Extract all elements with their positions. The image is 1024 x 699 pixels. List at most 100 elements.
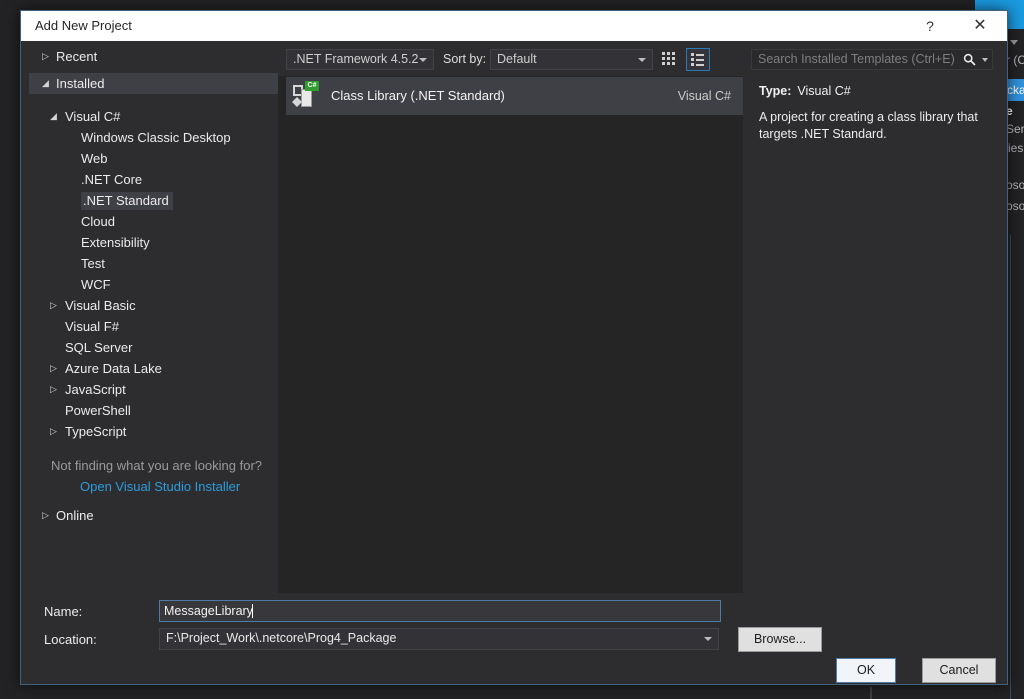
name-input-value: MessageLibrary <box>164 604 253 618</box>
background-text-fragment: ies <box>1008 141 1024 155</box>
template-type-line: Type: Visual C# <box>759 84 851 98</box>
sidebar-item-visual-fsharp[interactable]: Visual F# <box>29 316 278 337</box>
chevron-expanded-icon[interactable] <box>42 73 54 94</box>
class-library-icon: C# <box>292 81 319 109</box>
sidebar-item-net-core[interactable]: .NET Core <box>29 169 278 190</box>
sidebar-item-label: Azure Data Lake <box>65 361 162 376</box>
template-row-class-library[interactable]: C# Class Library (.NET Standard) Visual … <box>286 77 743 115</box>
add-new-project-dialog: Add New Project ? ✕ Recent Installed Vis… <box>20 10 1008 685</box>
background-panel-border <box>1010 235 1011 699</box>
sidebar-item-label: PowerShell <box>65 403 131 418</box>
sidebar-item-label: TypeScript <box>65 424 127 439</box>
sidebar-item-powershell[interactable]: PowerShell <box>29 400 278 421</box>
sidebar-item-net-standard[interactable]: .NET Standard <box>29 190 278 211</box>
chevron-right-icon[interactable] <box>42 46 54 67</box>
search-placeholder: Search Installed Templates (Ctrl+E) <box>758 52 955 66</box>
browse-button[interactable]: Browse... <box>738 627 822 652</box>
sidebar-item-visual-basic[interactable]: Visual Basic <box>29 295 278 316</box>
small-icons-view-button[interactable] <box>658 48 682 71</box>
cancel-button[interactable]: Cancel <box>922 658 996 683</box>
sidebar-item-label: Visual Basic <box>65 298 136 313</box>
framework-dropdown[interactable]: .NET Framework 4.5.2 <box>286 49 434 70</box>
sidebar-item-label: Test <box>81 256 105 271</box>
open-vs-installer-link[interactable]: Open Visual Studio Installer <box>29 476 278 497</box>
sort-dropdown-value: Default <box>497 52 537 66</box>
sidebar-item-label: .NET Standard <box>81 192 173 210</box>
sidebar-item-label: Cloud <box>81 214 115 229</box>
dialog-titlebar[interactable]: Add New Project ? ✕ <box>21 11 1007 41</box>
chevron-right-icon[interactable] <box>50 379 62 400</box>
list-view-icon <box>691 53 704 68</box>
template-list-panel <box>278 76 743 593</box>
sidebar-item-cloud[interactable]: Cloud <box>29 211 278 232</box>
grid-view-icon <box>662 52 675 65</box>
sidebar-item-label: Extensibility <box>81 235 150 250</box>
chevron-expanded-icon[interactable] <box>50 106 62 127</box>
sidebar-item-web[interactable]: Web <box>29 148 278 169</box>
close-button[interactable]: ✕ <box>963 11 997 41</box>
help-button[interactable]: ? <box>913 11 947 41</box>
sidebar-item-label: Recent <box>56 49 98 64</box>
sidebar-item-azure-data-lake[interactable]: Azure Data Lake <box>29 358 278 379</box>
sidebar-item-label: JavaScript <box>65 382 126 397</box>
search-templates-input[interactable]: Search Installed Templates (Ctrl+E) <box>751 49 993 70</box>
chevron-down-icon <box>1010 40 1018 45</box>
csharp-badge-icon: C# <box>305 81 319 91</box>
sidebar-item-online[interactable]: Online <box>29 505 278 526</box>
chevron-down-icon[interactable] <box>982 58 988 62</box>
sidebar-item-typescript[interactable]: TypeScript <box>29 421 278 442</box>
background-text-fragment: Serv <box>1006 122 1024 136</box>
search-icon[interactable] <box>963 53 976 66</box>
dialog-title: Add New Project <box>35 18 132 33</box>
chevron-right-icon[interactable] <box>50 295 62 316</box>
sidebar-item-label: Visual C# <box>65 109 121 124</box>
sidebar-item-label: SQL Server <box>65 340 133 355</box>
sidebar-item-installed[interactable]: Installed <box>29 73 278 94</box>
background-text-fragment: r (C <box>1006 53 1024 67</box>
location-dropdown[interactable]: F:\Project_Work\.netcore\Prog4_Package <box>159 628 719 650</box>
location-label: Location: <box>44 632 97 647</box>
framework-dropdown-value: .NET Framework 4.5.2 <box>293 52 419 66</box>
chevron-down-icon <box>419 58 427 62</box>
chevron-down-icon <box>638 58 646 62</box>
background-text-fragment: osof <box>1006 178 1024 192</box>
name-input[interactable]: MessageLibrary <box>159 600 721 622</box>
sidebar-item-recent[interactable]: Recent <box>29 46 278 67</box>
location-value: F:\Project_Work\.netcore\Prog4_Package <box>166 631 397 645</box>
sidebar-item-javascript[interactable]: JavaScript <box>29 379 278 400</box>
chevron-right-icon[interactable] <box>50 421 62 442</box>
type-label: Type: <box>759 84 792 98</box>
template-language: Visual C# <box>677 89 731 103</box>
sidebar-item-wcf[interactable]: WCF <box>29 274 278 295</box>
chevron-right-icon[interactable] <box>42 505 54 526</box>
chevron-right-icon[interactable] <box>50 358 62 379</box>
name-label: Name: <box>44 604 83 619</box>
chevron-down-icon <box>704 637 712 641</box>
background-text-fragment: e <box>1006 104 1013 118</box>
list-view-button[interactable] <box>686 48 710 71</box>
sort-by-label: Sort by: <box>443 52 487 66</box>
sidebar-item-label: .NET Core <box>81 172 143 187</box>
background-titlebar-fragment <box>1008 0 1024 29</box>
sidebar-item-visual-csharp[interactable]: Visual C# <box>29 106 278 127</box>
template-category-tree: Recent Installed Visual C# Windows Class… <box>29 46 278 593</box>
type-value: Visual C# <box>797 84 851 98</box>
sidebar-item-label: Installed <box>56 76 105 91</box>
sidebar-item-windows-classic-desktop[interactable]: Windows Classic Desktop <box>29 127 278 148</box>
sidebar-item-label: Online <box>56 508 94 523</box>
sidebar-item-label: Web <box>81 151 108 166</box>
ok-button[interactable]: OK <box>836 658 896 683</box>
sidebar-item-extensibility[interactable]: Extensibility <box>29 232 278 253</box>
template-description: A project for creating a class library t… <box>759 110 978 141</box>
sidebar-item-label: Visual F# <box>65 319 119 334</box>
sidebar-item-sql-server[interactable]: SQL Server <box>29 337 278 358</box>
sidebar-item-label: WCF <box>81 277 111 292</box>
background-splitter-fragment <box>870 687 872 699</box>
text-cursor <box>252 604 253 618</box>
background-selected-row-fragment: cka <box>1007 79 1024 101</box>
background-text-fragment: osof <box>1006 199 1024 213</box>
sidebar-item-label: Windows Classic Desktop <box>81 130 231 145</box>
sidebar-item-test[interactable]: Test <box>29 253 278 274</box>
template-name: Class Library (.NET Standard) <box>331 88 505 103</box>
sort-dropdown[interactable]: Default <box>490 49 653 70</box>
